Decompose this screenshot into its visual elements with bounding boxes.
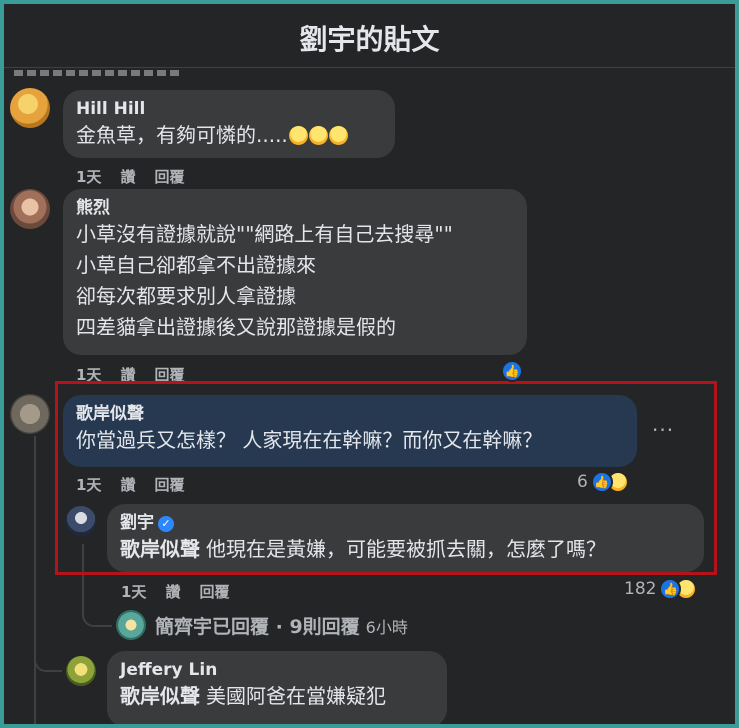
laughing-emoji-icon [308, 126, 328, 145]
comment-text: 歌岸似聲 美國阿爸在當嫌疑犯 [120, 684, 386, 708]
like-icon: 👍 [501, 360, 523, 382]
reaction-summary[interactable]: 👍 [501, 360, 523, 382]
thread-line-branch [34, 644, 62, 672]
comment-author[interactable]: Jeffery Lin [120, 659, 433, 681]
clipped-text [14, 70, 179, 76]
comment-actions: 1天 讚 回覆 [121, 581, 248, 602]
avatar[interactable] [66, 656, 96, 686]
view-replies-link[interactable]: 簡齊宇已回覆 · 9則回覆 6小時 [155, 612, 408, 639]
like-icon: 👍 [590, 471, 613, 493]
avatar[interactable] [10, 88, 50, 128]
like-button[interactable]: 讚 [165, 583, 180, 601]
comment-actions: 1天 讚 回覆 [76, 166, 203, 187]
comment-text-line: 小草沒有證據就說""網路上有自己去搜尋"" [76, 222, 453, 246]
comment-bubble: Hill Hill 金魚草，有夠可憐的..... [63, 90, 395, 158]
comment-text-line: 小草自己卻都拿不出證據來 [76, 253, 316, 277]
reply-button[interactable]: 回覆 [199, 583, 229, 601]
laughing-emoji-icon [328, 126, 348, 145]
reaction-summary[interactable]: 182 👍 [624, 578, 698, 600]
avatar[interactable] [10, 189, 50, 229]
thread-line [34, 436, 36, 724]
like-button[interactable]: 讚 [120, 168, 135, 186]
laughing-emoji-icon [288, 126, 308, 145]
post-title: 劉宇的貼文 [299, 23, 440, 56]
comment-time[interactable]: 1天 [121, 583, 146, 601]
comment-text: 金魚草，有夠可憐的..... [76, 120, 381, 151]
post-comments-panel: 劉宇的貼文 Hill Hill 金魚草，有夠可憐的..... 1天讚回覆 熊烈 … [4, 4, 735, 724]
avatar [116, 610, 146, 640]
comment-text-line: 卻每次都要求別人拿證據 [76, 284, 296, 308]
mention-tag[interactable]: 歌岸似聲 [120, 684, 200, 708]
comment-time[interactable]: 1天 [76, 168, 101, 186]
comment-text-line: 四差貓拿出證據後又說那證據是假的 [76, 315, 396, 339]
reaction-count: 182 [624, 579, 657, 599]
comment-author[interactable]: Hill Hill [76, 98, 381, 120]
comment-bubble: 熊烈 小草沒有證據就說""網路上有自己去搜尋"" 小草自己卻都拿不出證據來 卻每… [63, 189, 527, 355]
avatar[interactable] [10, 394, 50, 434]
post-header: 劉宇的貼文 [4, 4, 735, 68]
comment-author[interactable]: 熊烈 [76, 197, 513, 219]
comment-bubble: Jeffery Lin 歌岸似聲 美國阿爸在當嫌疑犯 [107, 651, 447, 724]
reply-button[interactable]: 回覆 [154, 168, 184, 186]
